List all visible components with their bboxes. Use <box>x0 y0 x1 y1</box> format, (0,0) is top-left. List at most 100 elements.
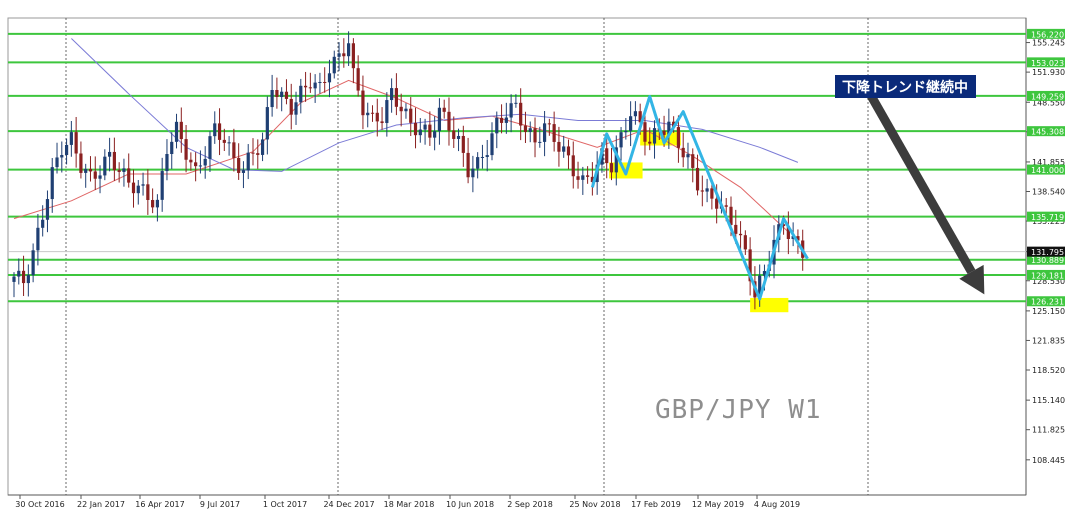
candle-down <box>79 153 83 173</box>
candle-up <box>423 124 427 130</box>
candle-down <box>88 168 93 172</box>
candle-up <box>456 135 461 139</box>
candle-up <box>686 154 690 158</box>
price-tick-label: 155.245 <box>1032 39 1065 48</box>
highlight-box <box>750 297 789 313</box>
candle-up <box>294 102 298 115</box>
candle-up <box>198 165 203 167</box>
candle-up <box>337 53 341 57</box>
price-tick-label: 108.445 <box>1032 456 1065 465</box>
price-tick-label: 115.140 <box>1032 396 1065 405</box>
candle-down <box>576 176 580 180</box>
candle-down <box>523 125 528 132</box>
candle-up <box>108 151 112 157</box>
candle-up <box>538 141 542 143</box>
candle-down <box>232 142 236 158</box>
level-label: 156.220 <box>1031 30 1064 39</box>
candle-down <box>375 112 379 122</box>
candle-up <box>629 116 633 131</box>
candle-up <box>141 184 145 186</box>
candle-down <box>409 108 413 123</box>
candle-down <box>222 139 226 143</box>
time-tick-label: 4 Aug 2019 <box>754 500 800 509</box>
candle-down <box>442 107 446 112</box>
candle-up <box>170 141 174 155</box>
candle-down <box>380 121 384 124</box>
annotation-text: 下降トレンド継続中 <box>842 79 968 96</box>
candle-up <box>64 144 69 155</box>
candle-up <box>366 112 370 116</box>
candle-down <box>179 121 183 140</box>
candle-up <box>476 157 480 169</box>
candle-down <box>533 128 537 143</box>
candle-down <box>112 151 116 171</box>
level-label: 135.719 <box>1031 213 1064 222</box>
candle-up <box>318 81 322 83</box>
time-tick-label: 30 Oct 2016 <box>15 500 64 509</box>
current-price-label: 131.795 <box>1031 248 1064 257</box>
candle-up <box>36 227 40 251</box>
candle-down <box>710 188 714 199</box>
price-tick-label: 118.520 <box>1032 366 1065 375</box>
candle-up <box>327 73 332 83</box>
candle-down <box>566 146 571 156</box>
time-tick-label: 17 Feb 2019 <box>631 500 681 509</box>
candle-up <box>17 270 21 277</box>
candle-up <box>332 56 336 74</box>
candle-up <box>174 121 179 142</box>
candle-down <box>146 184 150 200</box>
candle-down <box>447 111 451 131</box>
candle-down <box>734 224 738 234</box>
candle-up <box>208 136 212 159</box>
candle-down <box>394 88 398 107</box>
candle-up <box>45 199 50 220</box>
candle-down <box>738 233 743 236</box>
candle-up <box>390 88 394 101</box>
candle-up <box>385 100 389 124</box>
candle-up <box>122 168 126 172</box>
candle-down <box>189 159 193 163</box>
candle-up <box>60 154 64 158</box>
price-tick-label: 138.540 <box>1032 188 1065 197</box>
candle-down <box>724 205 728 207</box>
candle-down <box>93 171 97 179</box>
candle-up <box>509 103 513 118</box>
candle-down <box>351 43 355 69</box>
candle-down <box>284 91 289 99</box>
candle-down <box>356 68 360 91</box>
candle-down <box>648 141 652 144</box>
candle-up <box>299 85 303 103</box>
candle-down <box>428 124 432 138</box>
candle-up <box>50 167 54 200</box>
candle-down <box>499 117 504 123</box>
level-label: 145.308 <box>1031 128 1064 137</box>
candle-down <box>461 135 465 153</box>
candle-down <box>289 98 293 115</box>
level-label: 141.000 <box>1031 166 1064 175</box>
candle-up <box>12 276 16 282</box>
candle-up <box>160 171 164 200</box>
candle-down <box>237 157 241 173</box>
candle-down <box>743 235 747 250</box>
candle-up <box>528 128 532 132</box>
candle-down <box>695 167 700 191</box>
candle-up <box>98 175 102 179</box>
level-label: 126.231 <box>1031 298 1064 307</box>
candle-down <box>605 148 609 164</box>
candle-up <box>562 146 566 152</box>
time-tick-label: 18 Mar 2018 <box>384 500 435 509</box>
candle-up <box>633 111 637 117</box>
candle-down <box>194 162 198 167</box>
candle-up <box>280 91 284 98</box>
candle-up <box>165 154 169 172</box>
time-tick-label: 2 Sep 2018 <box>507 500 553 509</box>
candle-up <box>69 132 73 145</box>
gbpjpy-weekly-chart: 155.245151.930148.550145.235141.855138.5… <box>7 17 1065 509</box>
candle-down <box>552 124 556 142</box>
candle-up <box>347 43 351 57</box>
candle-up <box>504 117 508 123</box>
candle-up <box>490 133 494 156</box>
candle-up <box>619 132 623 148</box>
candle-down <box>127 168 131 183</box>
candle-up <box>404 108 408 112</box>
